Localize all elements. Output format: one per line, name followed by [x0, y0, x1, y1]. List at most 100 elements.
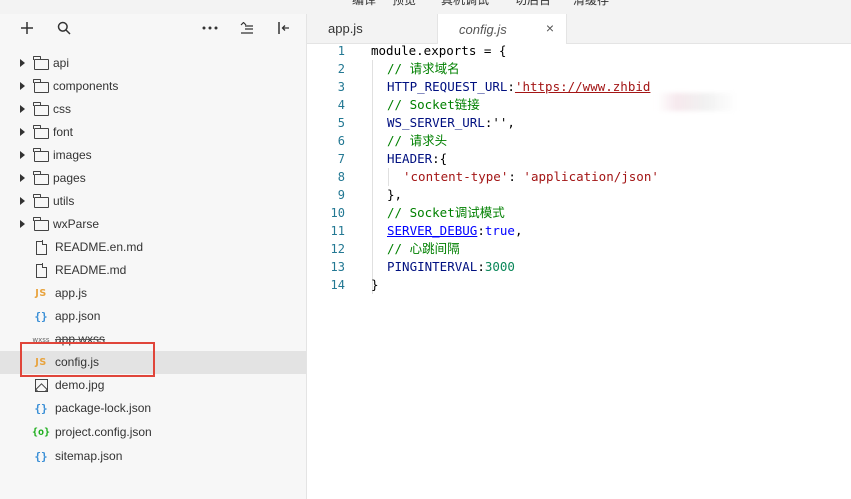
collapse-all-icon[interactable]	[237, 18, 257, 38]
indent-guide	[388, 168, 389, 186]
code-token: :	[507, 79, 515, 94]
folder-icon	[33, 79, 49, 94]
folder-icon	[33, 194, 49, 209]
tree-item-label: css	[53, 102, 71, 116]
menu-preview[interactable]: 预览	[392, 0, 416, 8]
code-boolean: true	[484, 223, 515, 238]
js-file-icon: JS	[35, 288, 47, 299]
line-number: 8	[337, 170, 345, 184]
chevron-right-icon[interactable]	[20, 128, 25, 136]
line-number: 10	[330, 206, 345, 220]
code-number: 3000	[484, 259, 515, 274]
tree-file-app-js[interactable]: JS app.js	[0, 282, 306, 305]
code-line: SERVER_DEBUG:true,	[387, 222, 522, 240]
tree-file-readme-en[interactable]: README.en.md	[0, 236, 306, 259]
tree-folder-images[interactable]: images	[0, 144, 306, 167]
code-token: ,	[514, 223, 523, 238]
tree-item-label: app.js	[55, 286, 88, 300]
line-number: 11	[330, 224, 345, 238]
code-line: HEADER:{	[387, 150, 447, 168]
code-line: // 心跳间隔	[387, 240, 460, 258]
tree-folder-font[interactable]: font	[0, 121, 306, 144]
folder-icon	[33, 217, 49, 232]
tree-file-package-lock[interactable]: {} package-lock.json	[0, 397, 306, 420]
chevron-right-icon[interactable]	[20, 82, 25, 90]
code-token: :	[477, 223, 485, 238]
code-line: PINGINTERVAL:3000	[387, 258, 515, 276]
code-token: },	[387, 187, 403, 202]
code-editor: app.js config.js × 1 2 3 4 5 6 7 8 9 10 …	[307, 14, 851, 499]
editor-tab-bar: app.js config.js ×	[307, 14, 851, 44]
tree-folder-utils[interactable]: utils	[0, 190, 306, 213]
code-key: WS_SERVER_URL	[387, 115, 485, 130]
code-line: }	[371, 276, 379, 294]
tree-item-label: wxParse	[53, 217, 100, 231]
line-number: 9	[337, 188, 345, 202]
top-menu: 编译 预览 真机调试 切后台 清缓存	[0, 0, 851, 9]
redaction-blur	[657, 93, 737, 111]
chevron-right-icon[interactable]	[20, 105, 25, 113]
code-line: // Socket调试模式	[387, 204, 505, 222]
code-comment: // Socket链接	[387, 97, 480, 112]
menu-compile[interactable]: 编译	[352, 0, 376, 8]
code-token: :{	[432, 151, 448, 166]
tree-item-label: project.config.json	[55, 425, 152, 439]
line-number: 2	[337, 62, 345, 76]
chevron-right-icon[interactable]	[20, 174, 25, 182]
line-number: 12	[330, 242, 345, 256]
line-number: 4	[337, 98, 345, 112]
tab-label: config.js	[459, 21, 507, 37]
tree-item-label: api	[53, 56, 70, 70]
more-icon[interactable]	[200, 18, 220, 38]
tree-folder-wxparse[interactable]: wxParse	[0, 213, 306, 236]
tab-app-js[interactable]: app.js	[307, 14, 437, 43]
tree-file-project-config[interactable]: {o} project.config.json	[0, 421, 306, 444]
tree-folder-api[interactable]: api	[0, 52, 306, 75]
folder-icon	[33, 56, 49, 71]
chevron-right-icon[interactable]	[20, 151, 25, 159]
code-line: },	[387, 186, 402, 204]
explorer-toolbar	[0, 14, 306, 42]
menu-remote-debug[interactable]: 真机调试	[441, 0, 489, 8]
close-icon[interactable]: ×	[546, 20, 554, 36]
tree-folder-pages[interactable]: pages	[0, 167, 306, 190]
menu-background[interactable]: 切后台	[515, 0, 551, 8]
code-string: 'https://www.zhbid	[514, 79, 651, 94]
code-line: // Socket链接	[387, 96, 480, 114]
document-icon	[33, 263, 49, 278]
code-token: :	[477, 259, 485, 274]
code-line: module.exports = {	[371, 42, 506, 60]
tree-file-sitemap[interactable]: {} sitemap.json	[0, 445, 306, 468]
tab-label: app.js	[328, 21, 363, 36]
code-comment: // 请求头	[387, 133, 448, 148]
line-number: 7	[337, 152, 345, 166]
tree-folder-css[interactable]: css	[0, 98, 306, 121]
folder-icon	[33, 171, 49, 186]
tree-item-label: utils	[53, 194, 75, 208]
chevron-right-icon[interactable]	[20, 220, 25, 228]
chevron-right-icon[interactable]	[20, 197, 25, 205]
folder-icon	[33, 102, 49, 117]
code-line: WS_SERVER_URL:'',	[387, 114, 515, 132]
code-string: 'application/json'	[523, 169, 659, 184]
menu-clear-cache[interactable]: 清缓存	[573, 0, 609, 8]
tab-config-js[interactable]: config.js ×	[437, 14, 567, 44]
config-file-icon: {o}	[31, 427, 51, 438]
json-file-icon: {}	[34, 310, 48, 323]
code-token: :'',	[484, 115, 515, 130]
search-icon[interactable]	[54, 18, 74, 38]
tree-item-label: package-lock.json	[55, 401, 152, 415]
add-icon[interactable]	[17, 18, 37, 38]
tree-file-readme[interactable]: README.md	[0, 259, 306, 282]
chevron-right-icon[interactable]	[20, 59, 25, 67]
line-number: 6	[337, 134, 345, 148]
document-icon	[33, 240, 49, 255]
tree-folder-components[interactable]: components	[0, 75, 306, 98]
tree-file-app-json[interactable]: {} app.json	[0, 305, 306, 328]
tree-item-label: sitemap.json	[55, 449, 123, 463]
tree-file-demo-jpg[interactable]: demo.jpg	[0, 374, 306, 397]
split-panel-icon[interactable]	[274, 18, 294, 38]
top-menu-strip: 编译 预览 真机调试 切后台 清缓存	[0, 0, 851, 14]
code-line: // 请求头	[387, 132, 447, 150]
line-number: 3	[337, 80, 345, 94]
